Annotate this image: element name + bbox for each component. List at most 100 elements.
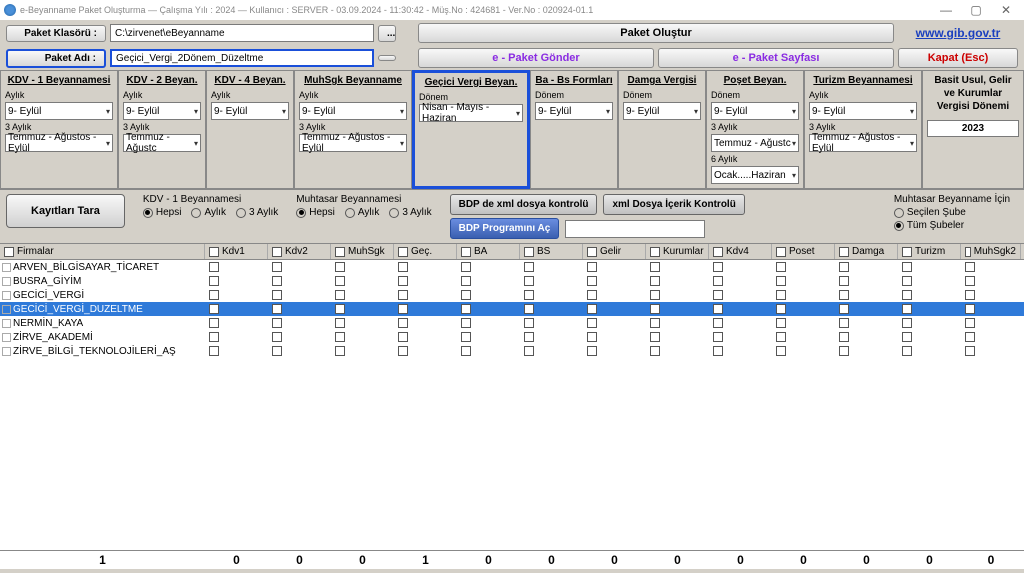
kdv1-3aylik-radio[interactable]: 3 Aylık: [236, 207, 278, 218]
cell-checkbox[interactable]: [713, 346, 723, 356]
close-button[interactable]: ✕: [992, 2, 1020, 18]
cell-checkbox[interactable]: [776, 346, 786, 356]
cell-checkbox[interactable]: [965, 276, 975, 286]
row-checkbox[interactable]: [2, 291, 11, 300]
muh-3aylik-radio[interactable]: 3 Aylık: [389, 207, 431, 218]
table-row[interactable]: BUSRA_GİYİM: [0, 274, 1024, 288]
col-checkbox[interactable]: [398, 247, 408, 257]
cell-checkbox[interactable]: [524, 262, 534, 272]
kayitlari-tara-button[interactable]: Kayıtları Tara: [6, 194, 125, 228]
cell-checkbox[interactable]: [587, 290, 597, 300]
cell-checkbox[interactable]: [398, 318, 408, 328]
cell-checkbox[interactable]: [650, 290, 660, 300]
col-checkbox[interactable]: [209, 247, 219, 257]
cell-checkbox[interactable]: [272, 346, 282, 356]
cell-checkbox[interactable]: [461, 276, 471, 286]
minimize-button[interactable]: —: [932, 2, 960, 18]
cell-checkbox[interactable]: [398, 262, 408, 272]
cell-checkbox[interactable]: [524, 318, 534, 328]
muh-aylik-radio[interactable]: Aylık: [345, 207, 380, 218]
cell-checkbox[interactable]: [713, 262, 723, 272]
bdp-programini-ac-button[interactable]: BDP Programını Aç: [450, 218, 560, 239]
gib-link[interactable]: www.gib.gov.tr: [898, 24, 1018, 42]
period-select[interactable]: Ocak.....Haziran: [711, 166, 799, 184]
cell-checkbox[interactable]: [839, 304, 849, 314]
secilen-sube-radio[interactable]: Seçilen Şube: [894, 207, 1010, 218]
cell-checkbox[interactable]: [272, 332, 282, 342]
e-paket-gonder-button[interactable]: e - Paket Gönder: [418, 48, 654, 68]
col-header-muhsgk[interactable]: MuhSgk: [331, 244, 394, 259]
cell-checkbox[interactable]: [839, 290, 849, 300]
cell-checkbox[interactable]: [209, 318, 219, 328]
cell-checkbox[interactable]: [713, 290, 723, 300]
paket-adi-input[interactable]: [110, 49, 374, 67]
tum-subeler-radio[interactable]: Tüm Şubeler: [894, 220, 1010, 231]
kapat-button[interactable]: Kapat (Esc): [898, 48, 1018, 68]
cell-checkbox[interactable]: [776, 262, 786, 272]
cell-checkbox[interactable]: [587, 262, 597, 272]
col-checkbox[interactable]: [776, 247, 786, 257]
cell-checkbox[interactable]: [461, 290, 471, 300]
col-header-kdv1[interactable]: Kdv1: [205, 244, 268, 259]
col-header-gec[interactable]: Geç.: [394, 244, 457, 259]
cell-checkbox[interactable]: [965, 332, 975, 342]
cell-checkbox[interactable]: [335, 290, 345, 300]
col-checkbox[interactable]: [713, 247, 723, 257]
table-row[interactable]: ZİRVE_BİLGİ_TEKNOLOJİLERİ_AŞ: [0, 344, 1024, 358]
cell-checkbox[interactable]: [713, 276, 723, 286]
period-select[interactable]: 9- Eylül: [211, 102, 289, 120]
cell-checkbox[interactable]: [713, 304, 723, 314]
period-select[interactable]: Temmuz - Ağustos - Eylül: [5, 134, 113, 152]
cell-checkbox[interactable]: [398, 346, 408, 356]
cell-checkbox[interactable]: [587, 346, 597, 356]
cell-checkbox[interactable]: [650, 262, 660, 272]
cell-checkbox[interactable]: [461, 262, 471, 272]
period-select[interactable]: Temmuz - Ağustc: [123, 134, 201, 152]
period-select[interactable]: 9- Eylül: [809, 102, 917, 120]
cell-checkbox[interactable]: [650, 346, 660, 356]
cell-checkbox[interactable]: [839, 332, 849, 342]
table-row[interactable]: ZİRVE_AKADEMİ: [0, 330, 1024, 344]
cell-checkbox[interactable]: [587, 276, 597, 286]
cell-checkbox[interactable]: [776, 276, 786, 286]
cell-checkbox[interactable]: [209, 262, 219, 272]
cell-checkbox[interactable]: [209, 290, 219, 300]
cell-checkbox[interactable]: [524, 290, 534, 300]
period-select[interactable]: 9- Eylül: [299, 102, 407, 120]
table-row[interactable]: NERMİN_KAYA: [0, 316, 1024, 330]
cell-checkbox[interactable]: [776, 304, 786, 314]
cell-checkbox[interactable]: [272, 304, 282, 314]
row-checkbox[interactable]: [2, 319, 11, 328]
cell-checkbox[interactable]: [902, 276, 912, 286]
row-checkbox[interactable]: [2, 347, 11, 356]
kdv1-hepsi-radio[interactable]: Hepsi: [143, 207, 182, 218]
cell-checkbox[interactable]: [272, 290, 282, 300]
cell-checkbox[interactable]: [839, 346, 849, 356]
cell-checkbox[interactable]: [839, 262, 849, 272]
cell-checkbox[interactable]: [335, 346, 345, 356]
paket-adi-aux-button[interactable]: [378, 55, 396, 61]
period-select[interactable]: Temmuz - Ağustc: [711, 134, 799, 152]
cell-checkbox[interactable]: [398, 276, 408, 286]
col-checkbox[interactable]: [335, 247, 345, 257]
cell-checkbox[interactable]: [776, 318, 786, 328]
table-row[interactable]: ARVEN_BİLGİSAYAR_TİCARET: [0, 260, 1024, 274]
cell-checkbox[interactable]: [272, 276, 282, 286]
col-checkbox[interactable]: [4, 247, 14, 257]
col-header-turizm[interactable]: Turizm: [898, 244, 961, 259]
period-select[interactable]: 9- Eylül: [711, 102, 799, 120]
cell-checkbox[interactable]: [965, 346, 975, 356]
cell-checkbox[interactable]: [461, 332, 471, 342]
cell-checkbox[interactable]: [398, 290, 408, 300]
cell-checkbox[interactable]: [713, 332, 723, 342]
col-checkbox[interactable]: [272, 247, 282, 257]
cell-checkbox[interactable]: [524, 276, 534, 286]
cell-checkbox[interactable]: [209, 304, 219, 314]
table-row[interactable]: GECİCİ_VERGİ_DUZELTME: [0, 302, 1024, 316]
col-checkbox[interactable]: [650, 247, 660, 257]
cell-checkbox[interactable]: [461, 304, 471, 314]
col-header-kdv4[interactable]: Kdv4: [709, 244, 772, 259]
cell-checkbox[interactable]: [272, 262, 282, 272]
row-checkbox[interactable]: [2, 305, 11, 314]
col-header-kdv2[interactable]: Kdv2: [268, 244, 331, 259]
